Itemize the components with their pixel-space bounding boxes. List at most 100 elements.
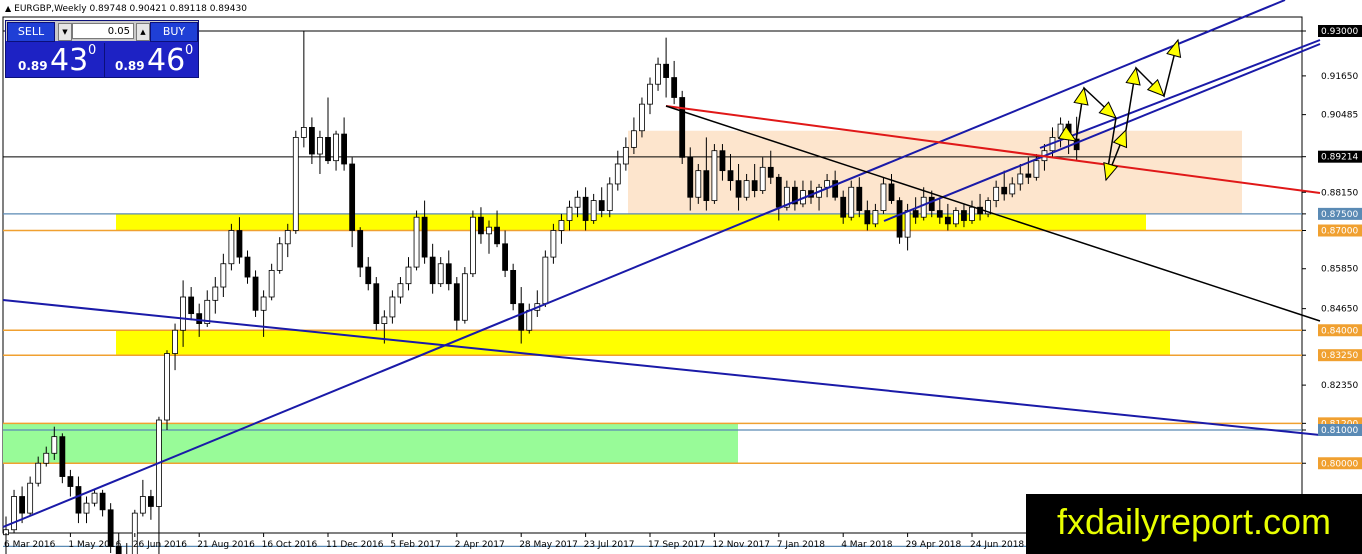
candle-body: [276, 243, 283, 271]
candle-body: [260, 296, 267, 311]
candle-body: [518, 303, 525, 331]
candle-body: [631, 130, 637, 148]
candle-body: [220, 263, 227, 288]
candle-body: [333, 133, 339, 162]
buy-price-big: 46: [147, 43, 186, 78]
candle-body: [494, 226, 500, 245]
candle-body: [1025, 173, 1032, 178]
buy-price-prefix: 0.89: [115, 59, 145, 73]
y-tick-label: 0.87000: [1321, 227, 1358, 237]
x-tick-label: 23 Jul 2017: [584, 540, 635, 550]
candle-body: [59, 436, 66, 477]
candle-body: [478, 216, 484, 235]
candle-body: [582, 196, 589, 221]
candle-body: [969, 206, 975, 221]
lot-up-icon[interactable]: ▲: [136, 23, 150, 41]
buy-button[interactable]: BUY: [150, 22, 198, 42]
lot-size-input[interactable]: 0.05: [72, 23, 134, 39]
candle-body: [445, 263, 452, 285]
x-tick-label: 28 May 2017: [519, 540, 578, 550]
one-click-trading-panel: SELL ▼ 0.05 ▲ BUY 0.89 43 0 0.89 46 0: [5, 20, 199, 78]
candle-body: [993, 186, 1000, 201]
candle-body: [397, 283, 404, 298]
candle-body: [864, 210, 871, 225]
candle-body: [83, 502, 90, 514]
candle-body: [606, 183, 613, 211]
candle-body: [920, 196, 927, 218]
candle-body: [936, 210, 943, 218]
x-tick-label: 4 Mar 2018: [841, 540, 893, 550]
candle-body: [558, 220, 565, 231]
candle-body: [453, 283, 460, 321]
watermark-logo: fxdailyreport.com: [1026, 494, 1362, 554]
candle-body: [1001, 186, 1008, 195]
sell-button[interactable]: SELL: [7, 22, 55, 42]
candle-body: [1017, 173, 1024, 185]
candle-body: [99, 492, 106, 511]
candle-body: [703, 170, 710, 201]
candle-body: [180, 296, 187, 331]
candle-body: [43, 452, 50, 464]
x-tick-label: 16 Oct 2016: [262, 540, 318, 550]
candle-body: [928, 196, 935, 211]
candle-body: [824, 180, 830, 188]
candle-body: [550, 230, 557, 258]
candle-body: [228, 230, 235, 265]
candle-body: [655, 63, 661, 85]
candle-body: [300, 127, 307, 138]
candle-body: [743, 180, 750, 198]
x-tick-label: 2 Apr 2017: [455, 540, 505, 550]
y-tick-label: 0.88150: [1321, 188, 1358, 198]
buy-price-display[interactable]: 0.89 46 0: [104, 43, 199, 77]
sell-price-sup: 0: [88, 43, 97, 58]
candle-body: [912, 210, 919, 218]
candle-body: [317, 136, 323, 155]
y-tick-label: 0.91650: [1321, 72, 1358, 82]
candle-body: [252, 276, 259, 311]
candle-body: [341, 133, 348, 165]
candle-body: [373, 283, 380, 325]
candle-body: [663, 63, 669, 78]
candle-body: [389, 296, 396, 318]
candle-body: [880, 183, 887, 211]
candle-body: [1033, 160, 1040, 178]
candle-body: [872, 210, 879, 225]
candle-body: [357, 230, 364, 268]
x-tick-label: 24 Jun 2018: [970, 540, 1024, 550]
candle-body: [751, 180, 758, 191]
x-tick-label: 17 Sep 2017: [648, 540, 705, 550]
lot-down-icon[interactable]: ▼: [58, 23, 72, 41]
candle-body: [944, 216, 951, 225]
buy-price-sup: 0: [185, 43, 194, 58]
candle-body: [75, 486, 82, 514]
y-tick-label: 0.80000: [1321, 459, 1358, 469]
sell-price-display[interactable]: 0.89 43 0: [8, 43, 102, 77]
candle-body: [759, 166, 766, 191]
candle-body: [622, 146, 629, 165]
candle-body: [832, 180, 839, 198]
candle-body: [164, 353, 170, 421]
sell-price-big: 43: [50, 43, 89, 78]
chart-title-text: EURGBP,Weekly 0.89748 0.90421 0.89118 0.…: [14, 4, 247, 14]
candle-body: [486, 226, 492, 235]
price-chart: 0.93000 0.91650 0.90485 0.89214 0.88150 0.875…: [2, 0, 1362, 554]
candle-body: [598, 200, 605, 211]
candle-body: [767, 166, 774, 178]
candle-body: [904, 210, 911, 238]
x-tick-label: 12 Nov 2017: [712, 540, 770, 550]
x-tick-label: 6 Mar 2016: [4, 540, 56, 550]
candle-body: [614, 163, 621, 185]
candle-body: [679, 97, 686, 158]
y-tick-label: 0.90485: [1321, 111, 1358, 121]
candle-body: [27, 482, 34, 514]
y-tick-label: 0.93000: [1321, 27, 1358, 37]
candle-body: [542, 256, 549, 305]
candle-body: [735, 180, 742, 198]
candle-body: [292, 136, 299, 231]
candle-body: [349, 163, 356, 231]
candle-body: [437, 263, 444, 285]
candle-body: [381, 316, 388, 325]
candle-body: [284, 230, 291, 245]
candle-body: [590, 200, 597, 221]
sell-price-prefix: 0.89: [18, 59, 48, 73]
